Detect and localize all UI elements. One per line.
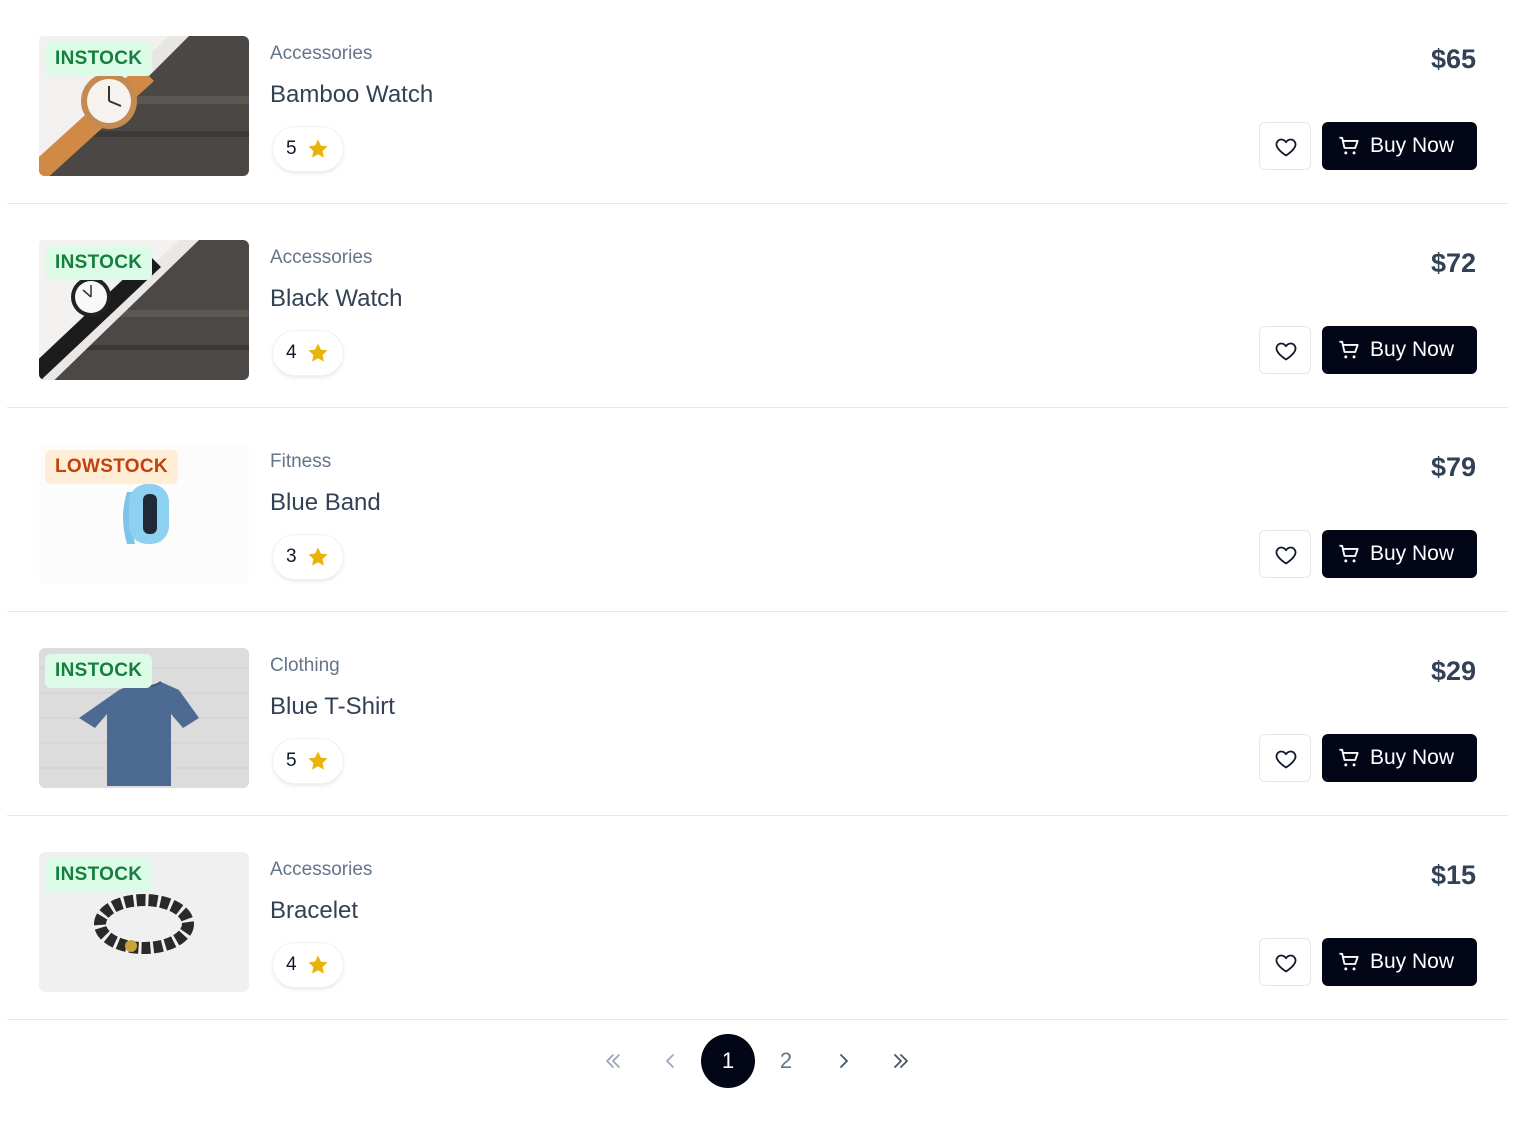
product-rating: 4 [273,331,343,375]
product-price: $65 [1430,44,1476,74]
heart-icon [1275,546,1297,565]
product-price: $79 [1430,452,1476,482]
star-icon [308,343,328,362]
favorite-button[interactable] [1259,938,1311,986]
star-icon [308,955,328,974]
product-rating: 3 [273,535,343,579]
product-category: Clothing [270,655,340,676]
product-list: INSTOCK Accessories Bamboo Watch 5 $65 B… [7,0,1508,1020]
last-page-icon [894,1054,908,1068]
buy-now-button[interactable]: Buy Now [1322,734,1477,782]
heart-icon [1275,342,1297,361]
favorite-button[interactable] [1259,326,1311,374]
star-icon [308,547,328,566]
product-name: Blue Band [270,489,381,516]
product-category: Accessories [270,247,373,268]
rating-value: 3 [286,546,297,567]
prev-page-button[interactable] [643,1034,697,1088]
rating-value: 5 [286,750,297,771]
buy-now-label: Buy Now [1370,950,1455,973]
list-item: INSTOCK Accessories Black Watch 4 $72 Bu… [7,204,1508,408]
first-page-button[interactable] [586,1034,640,1088]
stock-badge: INSTOCK [45,858,153,892]
list-item: INSTOCK Accessories Bamboo Watch 5 $65 B… [7,0,1508,204]
product-price: $15 [1430,860,1476,890]
product-name: Black Watch [270,285,403,312]
star-icon [308,751,328,770]
buy-now-button[interactable]: Buy Now [1322,530,1477,578]
stock-badge: LOWSTOCK [45,450,178,484]
product-rating: 5 [273,127,343,171]
next-page-icon [840,1054,848,1068]
page-1-button[interactable]: 1 [701,1034,755,1088]
heart-icon [1275,750,1297,769]
buy-now-button[interactable]: Buy Now [1322,938,1477,986]
product-name: Blue T-Shirt [270,693,395,720]
cart-icon [1339,136,1359,155]
list-item: LOWSTOCK Fitness Blue Band 3 $79 Buy Now [7,408,1508,612]
buy-now-label: Buy Now [1370,542,1455,565]
product-name: Bracelet [270,897,359,924]
product-rating: 4 [273,943,343,987]
product-rating: 5 [273,739,343,783]
rating-value: 4 [286,954,297,975]
buy-now-button[interactable]: Buy Now [1322,122,1477,170]
list-item: INSTOCK Accessories Bracelet 4 $15 Buy N… [7,816,1508,1020]
product-name: Bamboo Watch [270,81,434,108]
first-page-icon [606,1054,620,1068]
cart-icon [1339,340,1359,359]
buy-now-button[interactable]: Buy Now [1322,326,1477,374]
cart-icon [1339,544,1359,563]
product-price: $72 [1430,248,1476,278]
heart-icon [1275,138,1297,157]
product-category: Fitness [270,451,332,472]
rating-value: 5 [286,138,297,159]
buy-now-label: Buy Now [1370,338,1455,361]
cart-icon [1339,748,1359,767]
prev-page-icon [666,1054,674,1068]
list-item: INSTOCK Clothing Blue T-Shirt 5 $29 Buy … [7,612,1508,816]
pagination: 1 2 [0,1034,1537,1088]
heart-icon [1275,954,1297,973]
stock-badge: INSTOCK [45,246,153,280]
product-category: Accessories [270,43,373,64]
last-page-button[interactable] [874,1034,928,1088]
rating-value: 4 [286,342,297,363]
product-category: Accessories [270,859,373,880]
favorite-button[interactable] [1259,530,1311,578]
cart-icon [1339,952,1359,971]
page-2-button[interactable]: 2 [759,1034,813,1088]
buy-now-label: Buy Now [1370,746,1455,769]
product-price: $29 [1430,656,1476,686]
next-page-button[interactable] [817,1034,871,1088]
stock-badge: INSTOCK [45,42,153,76]
star-icon [308,139,328,158]
favorite-button[interactable] [1259,122,1311,170]
stock-badge: INSTOCK [45,654,153,688]
favorite-button[interactable] [1259,734,1311,782]
buy-now-label: Buy Now [1370,134,1455,157]
